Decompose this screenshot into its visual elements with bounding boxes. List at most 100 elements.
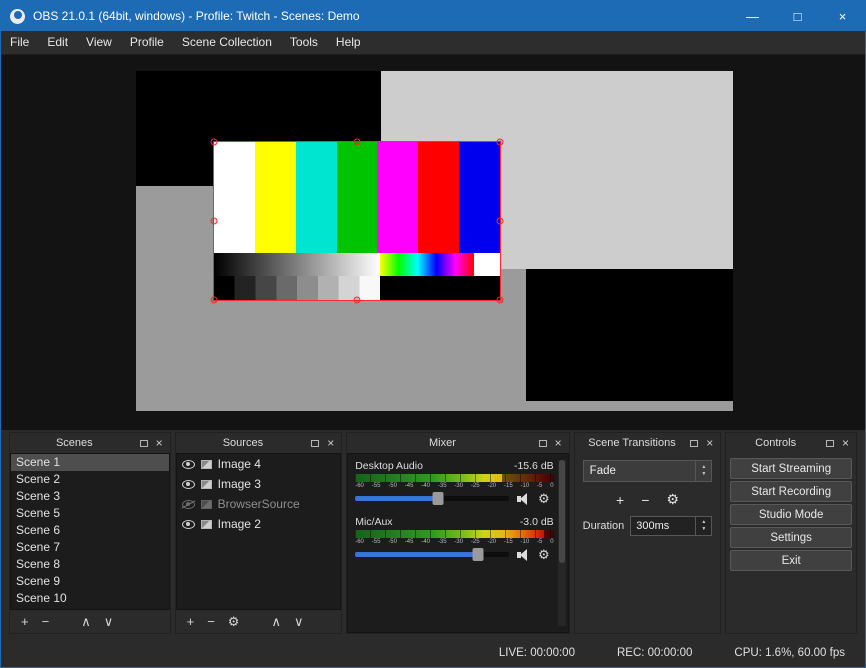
- resize-handle-middle-right[interactable]: [497, 218, 504, 225]
- source-black-rect-bottom-right[interactable]: [526, 269, 733, 401]
- move-source-up-button[interactable]: ∧: [271, 614, 281, 630]
- float-dock-icon[interactable]: [311, 440, 319, 447]
- studio-mode-button[interactable]: Studio Mode: [730, 504, 852, 525]
- float-dock-icon[interactable]: [826, 440, 834, 447]
- resize-handle-bottom-center[interactable]: [354, 297, 361, 304]
- combo-arrows[interactable]: ▲ ▼: [695, 461, 711, 481]
- source-item[interactable]: Image 3: [177, 474, 341, 494]
- duration-value: 300ms: [631, 520, 695, 532]
- visibility-eye-icon[interactable]: [182, 520, 195, 529]
- mixer-body: Desktop Audio -15.6 dB -60-55-50-45-40-3…: [347, 453, 568, 633]
- volume-slider-handle[interactable]: [433, 492, 444, 505]
- visibility-eye-icon[interactable]: [182, 460, 195, 469]
- gear-icon[interactable]: ⚙: [538, 548, 550, 561]
- scene-item[interactable]: Scene 5: [11, 505, 169, 522]
- spin-up-icon[interactable]: ▲: [701, 520, 706, 525]
- remove-transition-button[interactable]: −: [641, 492, 649, 508]
- channel-level: -3.0 dB: [520, 516, 554, 528]
- browser-source-icon: [201, 500, 212, 509]
- start-recording-button[interactable]: Start Recording: [730, 481, 852, 502]
- add-scene-button[interactable]: +: [21, 614, 29, 629]
- resize-handle-bottom-left[interactable]: [211, 297, 218, 304]
- visibility-eye-off-icon[interactable]: [182, 500, 195, 509]
- menu-tools[interactable]: Tools: [281, 31, 327, 54]
- float-dock-icon[interactable]: [140, 440, 148, 447]
- close-dock-icon[interactable]: ×: [839, 437, 852, 449]
- transitions-panel-title: Scene Transitions: [579, 437, 686, 449]
- image-source-icon: [201, 480, 212, 489]
- window-controls: — □ ×: [730, 1, 865, 31]
- cpu-fps: CPU: 1.6%, 60.00 fps: [734, 647, 845, 659]
- menu-edit[interactable]: Edit: [38, 31, 77, 54]
- float-dock-icon[interactable]: [539, 440, 547, 447]
- mixer-scrollbar[interactable]: [558, 460, 566, 626]
- resize-handle-top-left[interactable]: [211, 139, 218, 146]
- video-canvas[interactable]: [136, 71, 733, 411]
- source-item[interactable]: Image 2: [177, 514, 341, 534]
- menu-view[interactable]: View: [77, 31, 121, 54]
- spin-down-icon[interactable]: ▼: [701, 527, 706, 532]
- add-transition-button[interactable]: +: [616, 492, 624, 508]
- close-dock-icon[interactable]: ×: [703, 437, 716, 449]
- grayscale-ramp-row: [214, 253, 500, 277]
- menu-profile[interactable]: Profile: [121, 31, 173, 54]
- transition-select[interactable]: Fade ▲ ▼: [583, 460, 713, 482]
- transitions-panel-titlebar: Scene Transitions ×: [575, 433, 721, 453]
- menu-help[interactable]: Help: [327, 31, 370, 54]
- volume-slider[interactable]: [355, 496, 509, 501]
- spin-down-icon[interactable]: ▼: [701, 472, 706, 477]
- sources-panel-titlebar: Sources ×: [176, 433, 342, 453]
- close-dock-icon[interactable]: ×: [552, 437, 565, 449]
- remove-scene-button[interactable]: −: [42, 614, 50, 629]
- float-dock-icon[interactable]: [690, 440, 698, 447]
- close-button[interactable]: ×: [820, 1, 865, 31]
- volume-slider[interactable]: [355, 552, 509, 557]
- scene-item[interactable]: Scene 2: [11, 471, 169, 488]
- speaker-icon[interactable]: [517, 549, 530, 561]
- move-scene-down-button[interactable]: ∨: [104, 614, 114, 630]
- add-source-button[interactable]: +: [187, 614, 195, 629]
- scene-item[interactable]: Scene 8: [11, 556, 169, 573]
- selected-source-testcard[interactable]: [213, 141, 501, 301]
- move-scene-up-button[interactable]: ∧: [81, 614, 91, 630]
- scene-item[interactable]: Scene 9: [11, 573, 169, 590]
- spin-up-icon[interactable]: ▲: [701, 465, 706, 470]
- source-label: Image 4: [218, 457, 261, 471]
- menu-file[interactable]: File: [1, 31, 38, 54]
- live-time: LIVE: 00:00:00: [499, 647, 575, 659]
- move-source-down-button[interactable]: ∨: [294, 614, 304, 630]
- close-dock-icon[interactable]: ×: [153, 437, 166, 449]
- menu-scene-collection[interactable]: Scene Collection: [173, 31, 281, 54]
- scene-item[interactable]: Scene 3: [11, 488, 169, 505]
- volume-slider-handle[interactable]: [473, 548, 484, 561]
- resize-handle-top-right[interactable]: [497, 139, 504, 146]
- visibility-eye-icon[interactable]: [182, 480, 195, 489]
- speaker-icon[interactable]: [517, 493, 530, 505]
- remove-source-button[interactable]: −: [207, 614, 215, 629]
- resize-handle-middle-left[interactable]: [211, 218, 218, 225]
- start-streaming-button[interactable]: Start Streaming: [730, 458, 852, 479]
- duration-spinbox[interactable]: 300ms ▲ ▼: [630, 516, 712, 536]
- settings-button[interactable]: Settings: [730, 527, 852, 548]
- source-item[interactable]: Image 4: [177, 454, 341, 474]
- scene-item[interactable]: Scene 6: [11, 522, 169, 539]
- maximize-button[interactable]: □: [775, 1, 820, 31]
- scene-item[interactable]: Scene 1: [11, 454, 169, 471]
- scrollbar-thumb[interactable]: [559, 460, 565, 563]
- controls-panel-title: Controls: [730, 437, 821, 449]
- source-label: Image 3: [218, 477, 261, 491]
- resize-handle-bottom-right[interactable]: [497, 297, 504, 304]
- close-dock-icon[interactable]: ×: [324, 437, 337, 449]
- scenes-list: Scene 1 Scene 2 Scene 3 Scene 5 Scene 6 …: [10, 453, 170, 610]
- scene-item[interactable]: Scene 7: [11, 539, 169, 556]
- sources-list: Image 4 Image 3 BrowserSource Image 2: [176, 453, 342, 610]
- source-item[interactable]: BrowserSource: [177, 494, 341, 514]
- spinbox-arrows[interactable]: ▲ ▼: [695, 517, 711, 535]
- scene-item[interactable]: Scene 10: [11, 590, 169, 607]
- resize-handle-top-center[interactable]: [354, 139, 361, 146]
- source-properties-button[interactable]: ⚙: [228, 614, 240, 630]
- transition-properties-button[interactable]: ⚙: [666, 491, 679, 508]
- gear-icon[interactable]: ⚙: [538, 492, 550, 505]
- exit-button[interactable]: Exit: [730, 550, 852, 571]
- minimize-button[interactable]: —: [730, 1, 775, 31]
